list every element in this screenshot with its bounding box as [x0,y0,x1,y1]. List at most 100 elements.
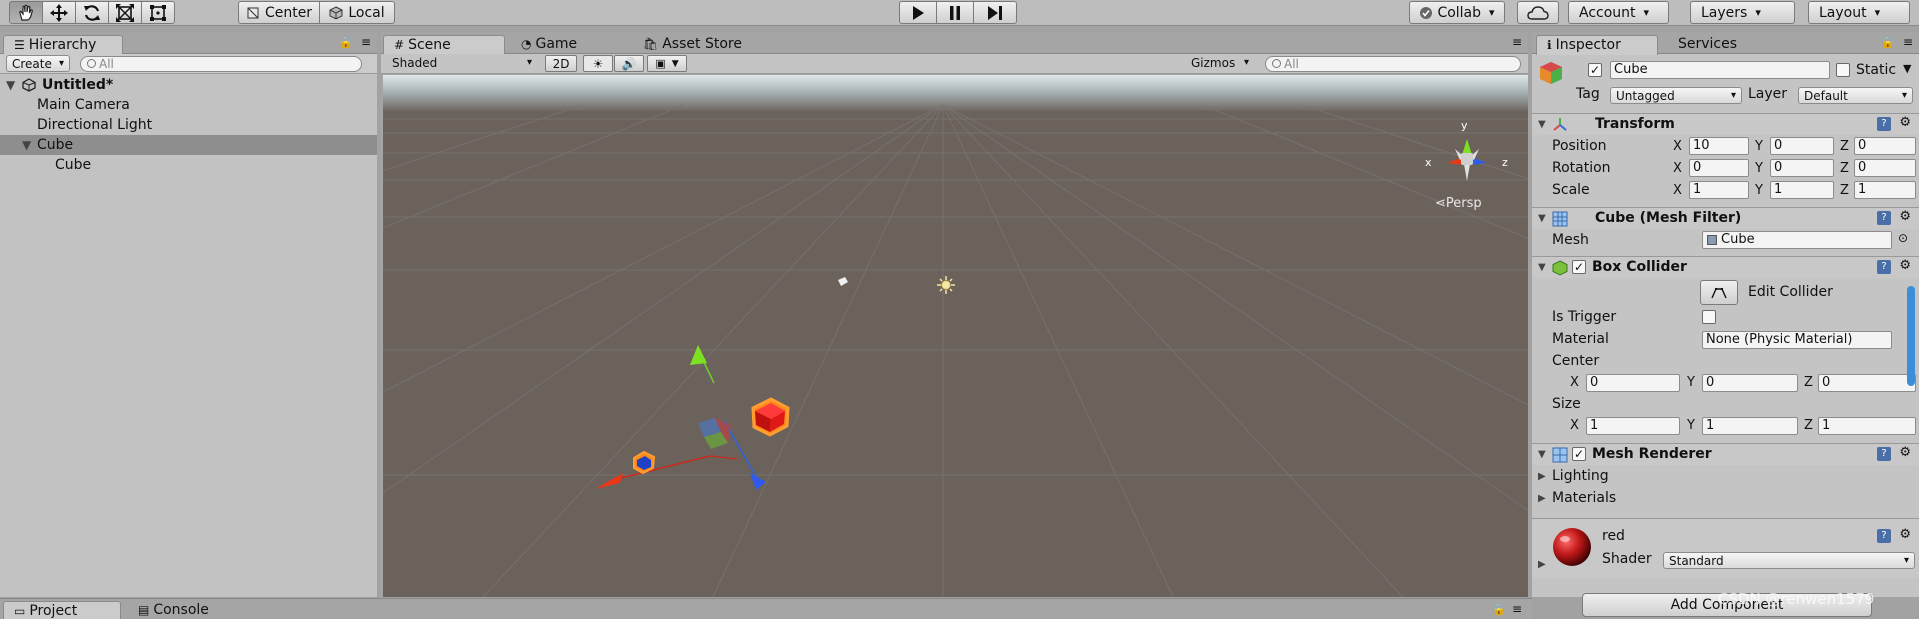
hierarchy-item-cube-child[interactable]: Cube [0,155,377,175]
layers-dropdown[interactable]: Layers [1690,1,1795,24]
account-dropdown[interactable]: Account [1568,1,1669,24]
tab-services[interactable]: Services [1668,35,1747,55]
physic-material-field[interactable]: None (Physic Material) [1702,331,1892,349]
space-local-toggle[interactable]: Local [319,1,395,24]
cube-object-blue[interactable] [633,450,656,475]
object-picker-icon[interactable]: ⊙ [1898,231,1908,245]
lock-icon[interactable]: 🔒 [339,36,353,49]
scale-z-field[interactable]: 1 [1854,181,1916,199]
collapse-arrow-icon[interactable]: ▼ [1538,449,1546,460]
position-z-field[interactable]: 0 [1854,137,1916,155]
cube-object-red[interactable] [751,397,790,437]
projection-toggle[interactable]: ⋖Persp [1435,196,1482,211]
center-z-field[interactable]: 0 [1818,374,1916,392]
box-collider-enabled-checkbox[interactable]: ✓ [1572,260,1586,274]
transform-header[interactable]: ▼ Transform ? ⚙ [1532,113,1919,135]
tab-scene[interactable]: # Scene [383,35,505,55]
object-name-field[interactable]: Cube [1610,61,1830,79]
create-dropdown[interactable]: Create [6,55,70,72]
tab-game[interactable]: ◔ Game [511,35,587,55]
rotation-x-field[interactable]: 0 [1689,159,1749,177]
active-checkbox[interactable]: ✓ [1588,63,1602,77]
lock-icon[interactable]: 🔒 [1492,603,1506,616]
position-y-field[interactable]: 0 [1770,137,1834,155]
panel-menu-icon[interactable]: ≡ [1512,35,1522,49]
center-x-field[interactable]: 0 [1586,374,1680,392]
size-z-field[interactable]: 1 [1818,417,1916,435]
cloud-services-button[interactable] [1517,1,1559,24]
tab-hierarchy[interactable]: ☰ Hierarchy [3,35,123,55]
expand-arrow-icon[interactable]: ▼ [6,75,15,95]
inspector-scrollbar[interactable] [1907,286,1915,386]
hierarchy-item-main-camera[interactable]: Main Camera [0,95,377,115]
lighting-foldout[interactable]: Lighting [1552,468,1609,484]
panel-menu-icon[interactable]: ≡ [361,35,371,49]
expand-arrow-icon[interactable]: ▼ [22,135,31,155]
mesh-renderer-enabled-checkbox[interactable]: ✓ [1572,447,1586,461]
mesh-renderer-header[interactable]: ▼ ✓ Mesh Renderer ? ⚙ [1532,443,1919,465]
layout-dropdown[interactable]: Layout [1808,1,1910,24]
gear-icon[interactable]: ⚙ [1899,209,1911,224]
tab-asset-store[interactable]: 🛍 Asset Store [633,35,752,55]
shader-dropdown[interactable]: Standard [1663,552,1915,569]
tab-project[interactable]: ▭ Project [3,601,121,619]
panel-menu-icon[interactable]: ≡ [1903,35,1913,49]
help-icon[interactable]: ? [1877,211,1891,225]
scene-root-row[interactable]: ▼ Untitled* [0,75,377,95]
rect-tool-button[interactable] [141,1,175,24]
scene-viewport[interactable]: y x z ⋖Persp [383,75,1528,597]
help-icon[interactable]: ? [1877,260,1891,274]
scene-effects-dropdown[interactable]: ▣ ▼ [647,55,687,72]
scene-search-input[interactable]: All [1265,56,1521,72]
rotate-tool-button[interactable] [75,1,109,24]
step-button[interactable] [973,1,1017,24]
pivot-center-toggle[interactable]: Center [238,1,320,24]
pause-button[interactable] [936,1,974,24]
tab-inspector[interactable]: ℹ Inspector [1536,35,1658,55]
size-y-field[interactable]: 1 [1702,417,1798,435]
static-dropdown-icon[interactable]: ▼ [1903,62,1911,75]
shading-mode-dropdown[interactable]: Shaded [387,55,537,72]
gear-icon[interactable]: ⚙ [1899,527,1911,542]
position-x-field[interactable]: 10 [1689,137,1749,155]
scale-y-field[interactable]: 1 [1770,181,1834,199]
materials-foldout[interactable]: Materials [1552,490,1616,506]
gear-icon[interactable]: ⚙ [1899,258,1911,273]
hierarchy-search-input[interactable]: All [80,56,362,72]
gear-icon[interactable]: ⚙ [1899,115,1911,130]
scene-lighting-toggle[interactable]: ☀ [583,55,613,72]
scale-x-field[interactable]: 1 [1689,181,1749,199]
scene-audio-toggle[interactable]: 🔊 [614,55,644,72]
scale-tool-button[interactable] [108,1,142,24]
expand-arrow-icon[interactable]: ▶ [1538,471,1546,482]
gizmos-dropdown[interactable]: Gizmos [1186,55,1254,72]
collapse-arrow-icon[interactable]: ▼ [1538,213,1546,224]
layer-dropdown[interactable]: Default [1798,87,1913,104]
static-checkbox[interactable] [1836,63,1850,77]
help-icon[interactable]: ? [1877,117,1891,131]
help-icon[interactable]: ? [1877,447,1891,461]
toggle-2d-button[interactable]: 2D [545,55,577,72]
collapse-arrow-icon[interactable]: ▼ [1538,119,1546,130]
play-button[interactable] [899,1,937,24]
is-trigger-checkbox[interactable] [1702,310,1716,324]
collapse-arrow-icon[interactable]: ▼ [1538,262,1546,273]
mesh-filter-header[interactable]: ▼ Cube (Mesh Filter) ? ⚙ [1532,207,1919,229]
mesh-object-field[interactable]: Cube [1702,231,1892,249]
hierarchy-item-directional-light[interactable]: Directional Light [0,115,377,135]
expand-arrow-icon[interactable]: ▶ [1538,559,1546,570]
box-collider-header[interactable]: ▼ ✓ Box Collider ? ⚙ [1532,256,1919,278]
lock-icon[interactable]: 🔒 [1881,36,1895,49]
tab-console[interactable]: ▤ Console [128,601,219,619]
help-icon[interactable]: ? [1877,529,1891,543]
collab-dropdown[interactable]: Collab [1409,1,1505,24]
tag-dropdown[interactable]: Untagged [1610,87,1742,104]
hierarchy-item-cube[interactable]: ▼ Cube [0,135,377,155]
rotation-y-field[interactable]: 0 [1770,159,1834,177]
center-y-field[interactable]: 0 [1702,374,1798,392]
size-x-field[interactable]: 1 [1586,417,1680,435]
rotation-z-field[interactable]: 0 [1854,159,1916,177]
expand-arrow-icon[interactable]: ▶ [1538,493,1546,504]
edit-collider-button[interactable] [1700,280,1738,305]
scene-canvas[interactable] [383,75,1528,597]
